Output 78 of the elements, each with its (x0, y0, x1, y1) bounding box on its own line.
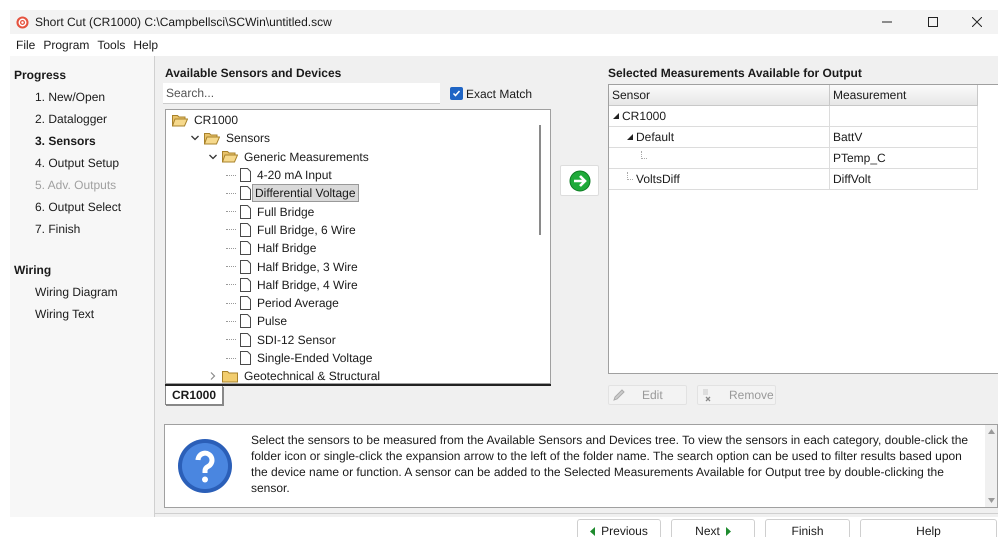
tree-item[interactable]: CR1000 (192, 112, 240, 128)
tree-item[interactable]: Single-Ended Voltage (255, 350, 374, 366)
tab[interactable]: CR1000 (165, 386, 224, 405)
step-item[interactable]: 3. Sensors (14, 132, 154, 154)
help-icon (177, 438, 233, 494)
step-item[interactable]: 6. Output Select (14, 198, 154, 220)
checkmark-icon (452, 89, 461, 98)
previous-button[interactable]: Previous (577, 519, 661, 537)
tree-item[interactable]: Half Bridge, 3 Wire (255, 258, 360, 275)
tree-item[interactable]: Full Bridge (255, 204, 316, 220)
menu-item[interactable]: Tools (93, 36, 130, 54)
close-icon[interactable] (972, 17, 982, 27)
table-cell-text: VoltsDiff (636, 171, 680, 188)
document-icon (240, 278, 251, 292)
column-header[interactable]: Sensor (609, 85, 830, 106)
step-item[interactable]: 2. Datalogger (14, 110, 154, 132)
maximize-icon[interactable] (928, 17, 938, 27)
search-field[interactable]: Search... (163, 83, 440, 104)
chevron-right-icon[interactable] (210, 372, 216, 380)
document-icon (240, 168, 251, 182)
document-icon (240, 332, 251, 347)
add-button[interactable] (560, 165, 599, 196)
next-button[interactable]: Next (671, 519, 755, 537)
step-item[interactable]: 1. New/Open (14, 88, 154, 110)
document-icon (240, 222, 251, 237)
tree-item[interactable]: Sensors (224, 130, 272, 146)
table-cell-text: DiffVolt (833, 171, 871, 188)
document-icon (240, 260, 251, 274)
step-item[interactable]: Wiring Text (14, 305, 154, 327)
tree-item[interactable]: Half Bridge (255, 240, 318, 256)
tree-item[interactable]: Generic Measurements (242, 148, 371, 165)
collapse-triangle-icon[interactable] (627, 134, 633, 140)
chevron-down-icon[interactable] (191, 135, 199, 142)
tree-item[interactable]: Full Bridge, 6 Wire (255, 222, 358, 238)
help-text: Select the sensors to be measured from the Available Sensors and Devices tree. To view the sensors in each category, double-click the folder icon or single-click the expansion arrow to the left of the folder name. The search option can be used to filter results based upon the device name or function. A sensor can be added to the Selected Measurements Available for Output tree by double-clicking the sensor. (251, 432, 970, 497)
left-triangle-icon (590, 527, 596, 536)
document-icon (240, 296, 251, 310)
step-item[interactable]: Wiring Diagram (14, 283, 154, 305)
table-cell-text: BattV (833, 129, 862, 146)
tree-item[interactable]: Half Bridge, 4 Wire (255, 276, 360, 293)
menu-item[interactable]: Program (39, 36, 94, 54)
section-heading: Progress (14, 67, 68, 84)
tree-item[interactable]: SDI-12 Sensor (255, 332, 338, 348)
tree-item[interactable]: Differential Voltage (252, 184, 359, 202)
tree-item[interactable]: Geotechnical & Structural (242, 368, 382, 383)
right-triangle-icon (726, 527, 731, 536)
panel-heading: Available Sensors and Devices (165, 65, 342, 80)
wizard-button[interactable]: Finish (765, 519, 850, 537)
collapse-triangle-icon[interactable] (613, 113, 619, 119)
step-item[interactable]: 7. Finish (14, 220, 154, 242)
section-heading: Wiring (14, 262, 52, 279)
menu-item[interactable]: File (12, 36, 40, 54)
document-icon (240, 241, 251, 256)
step-item[interactable]: 4. Output Setup (14, 154, 154, 176)
chevron-down-icon[interactable] (209, 154, 217, 160)
panel-heading: Selected Measurements Available for Output (608, 65, 863, 80)
tree-item[interactable]: 4-20 mA Input (255, 167, 334, 184)
document-icon (240, 351, 251, 365)
window-title: Short Cut (CR1000) C:\Campbellsci\SCWin\untitled.scw (35, 14, 332, 31)
table-cell-text: CR1000 (622, 108, 666, 125)
remove-icon (701, 388, 713, 402)
tree-item[interactable]: Pulse (255, 313, 290, 330)
folder-icon (222, 370, 238, 383)
document-icon (240, 204, 251, 219)
open-folder-icon (222, 150, 238, 164)
scrollbar[interactable] (539, 125, 541, 235)
column-header[interactable]: Measurement (830, 85, 978, 106)
open-folder-icon (172, 114, 188, 127)
menu-item[interactable]: Help (129, 36, 162, 54)
pencil-icon (612, 388, 626, 402)
document-icon (240, 314, 251, 328)
app-icon (16, 16, 29, 28)
table-cell-text: Default (636, 129, 674, 146)
table-cell-text: PTemp_C (833, 150, 886, 167)
tree-item[interactable]: Period Average (255, 295, 341, 312)
exact-match-checkbox[interactable]: Exact Match (450, 84, 532, 102)
tree-root-row[interactable]: CR1000 (170, 111, 550, 130)
open-folder-icon (204, 132, 220, 145)
